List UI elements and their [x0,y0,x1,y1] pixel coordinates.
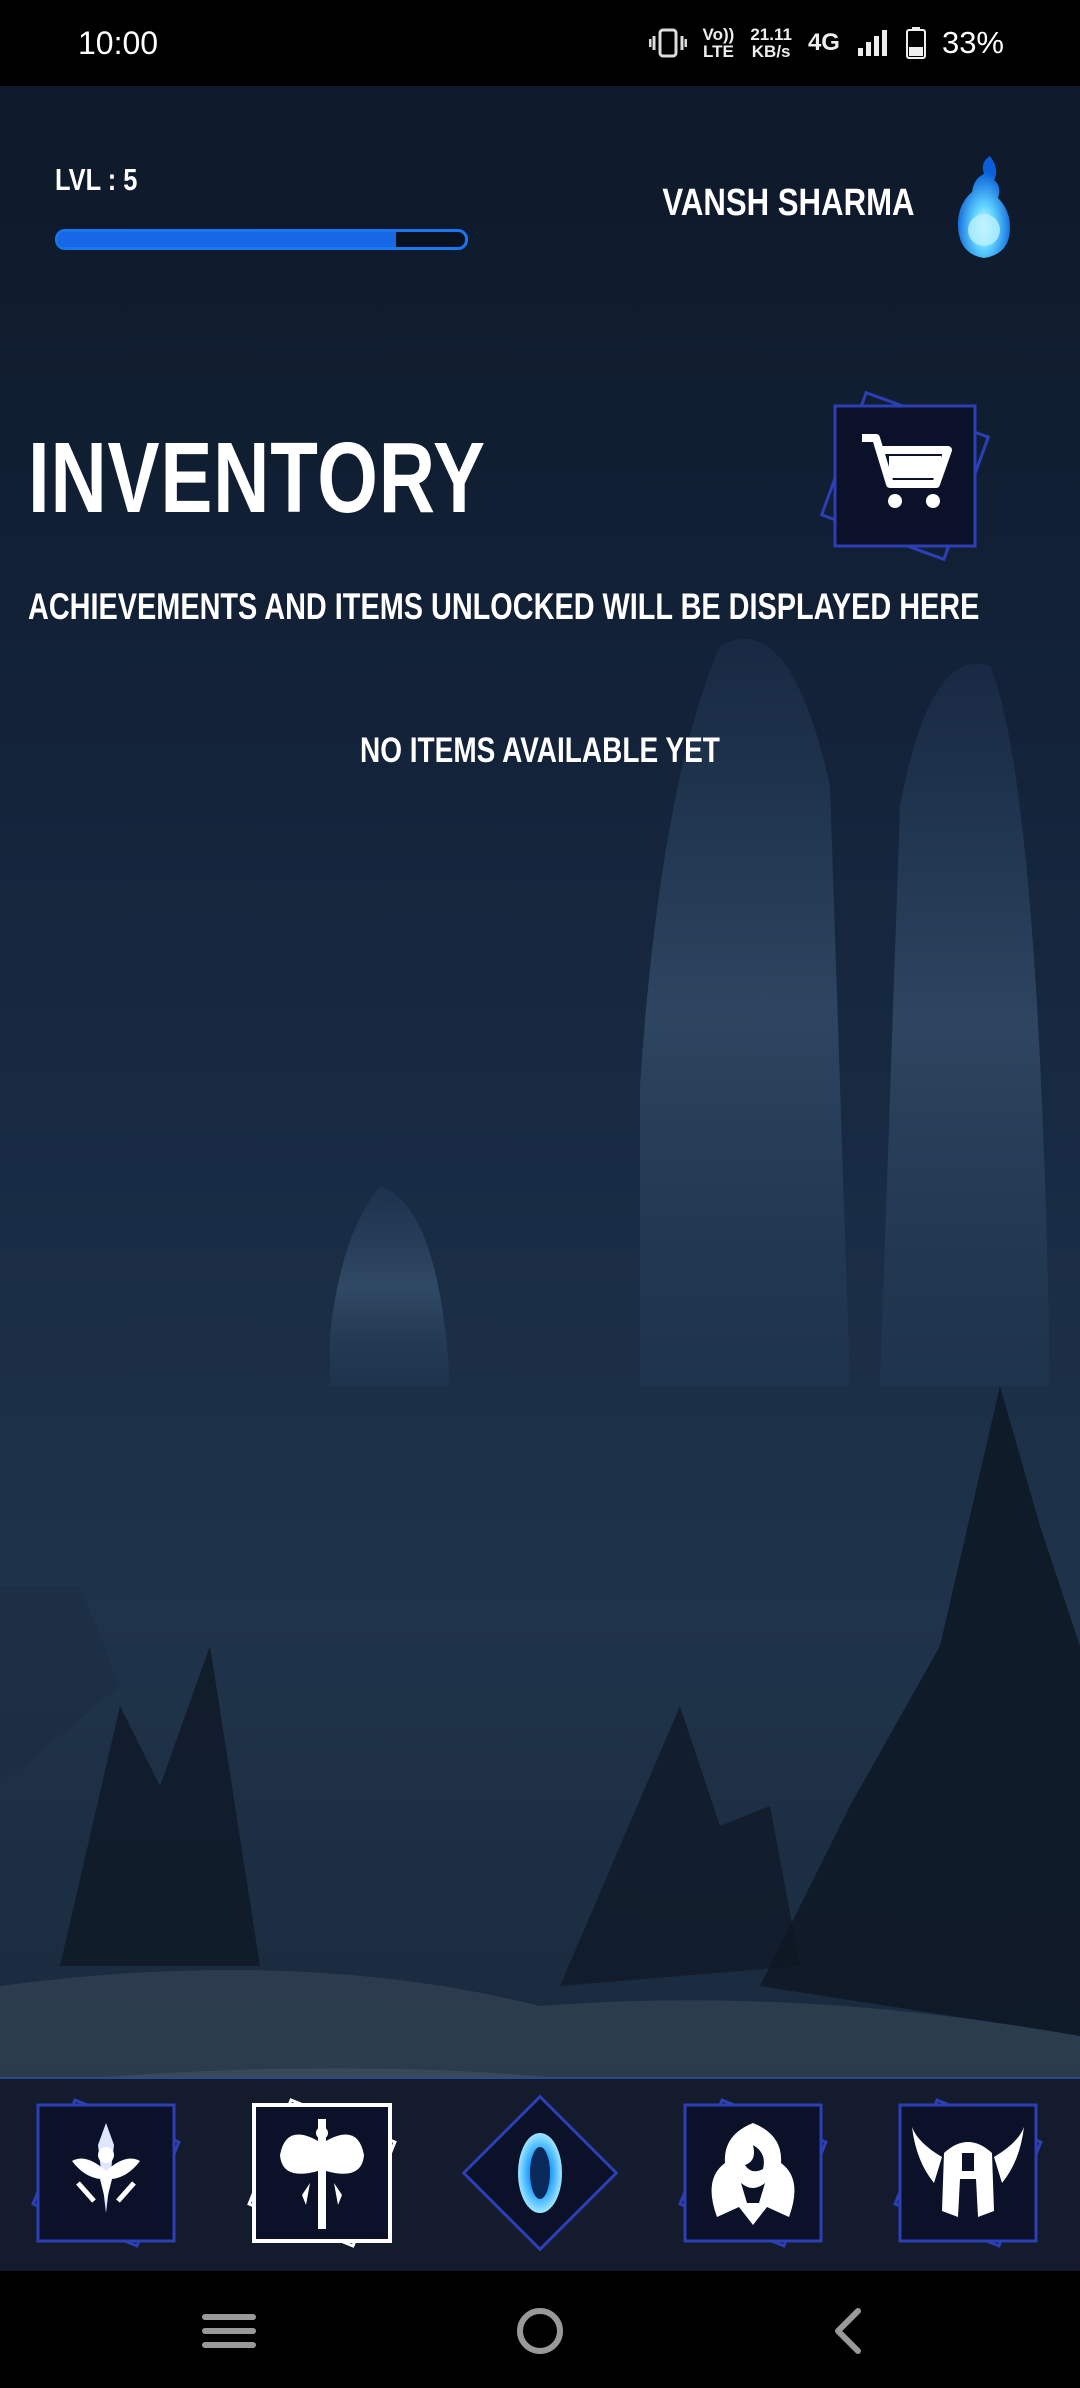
system-navigation-bar [0,2271,1080,2388]
battery-percent: 33% [941,25,1004,60]
battle-axe-icon [247,2098,397,2248]
winged-helmet-icon [893,2098,1043,2248]
battery-icon [905,27,926,59]
back-icon[interactable] [810,2291,890,2371]
inventory-screen: LVL : 5 VANSH SHARMA INVENTORY ACHIEVEME… [0,86,1080,2271]
shopping-cart-icon [819,390,991,562]
empty-items-message: NO ITEMS AVAILABLE YET [360,731,720,770]
nav-battle-axe[interactable] [232,2083,412,2263]
shop-button[interactable] [805,376,1005,576]
xp-progress-fill [58,232,396,247]
status-icons: Vo)) LTE 21.11 KB/s 4G 33% [648,25,1004,61]
phoenix-emblem-icon [678,2098,828,2248]
status-time: 10:00 [78,24,159,61]
page-title: INVENTORY [28,422,486,534]
signal-icon [857,30,887,56]
xp-progress-bar [55,229,468,250]
nav-portal[interactable] [450,2083,630,2263]
home-icon[interactable] [500,2291,580,2371]
level-label: LVL : 5 [55,162,138,197]
vibrate-icon [648,28,687,58]
status-bar: 10:00 Vo)) LTE 21.11 KB/s 4G 33% [0,0,1080,86]
nav-sword-emblem[interactable] [16,2083,196,2263]
blue-flame-icon[interactable] [950,152,1014,262]
nav-phoenix-emblem[interactable] [663,2083,843,2263]
player-name: VANSH SHARMA [662,182,915,224]
sword-emblem-icon [31,2098,181,2248]
portal-icon [461,2094,619,2252]
net-speed: 21.11 KB/s [750,25,792,61]
volte-indicator: Vo)) LTE [702,25,735,61]
page-subtitle: ACHIEVEMENTS AND ITEMS UNLOCKED WILL BE … [28,586,980,627]
menu-icon[interactable] [189,2291,269,2371]
nav-winged-helmet[interactable] [878,2083,1058,2263]
network-type: 4G [807,29,840,56]
